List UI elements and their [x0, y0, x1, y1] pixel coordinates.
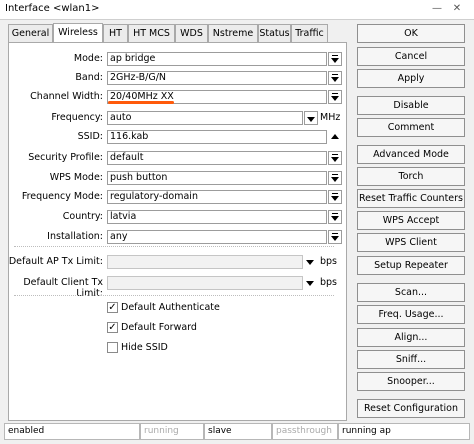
tab-wireless[interactable]: Wireless — [53, 23, 103, 43]
ap-tx-limit-label: Default AP Tx Limit: — [8, 256, 103, 267]
window-titlebar: Interface <wlan1> — ✕ — [0, 0, 474, 20]
default-forward-label: Default Forward — [121, 322, 197, 333]
security-profile-select[interactable]: default — [107, 151, 327, 165]
country-label: Country: — [62, 211, 103, 222]
align-button[interactable]: Align... — [357, 328, 465, 347]
tab-wds[interactable]: WDS — [175, 24, 208, 42]
ssid-input[interactable]: 116.kab — [107, 130, 327, 144]
disable-button[interactable]: Disable — [357, 96, 465, 115]
installation-label: Installation: — [47, 231, 103, 242]
channel-width-label: Channel Width: — [30, 91, 103, 102]
status-enabled: enabled — [4, 423, 140, 440]
reset-traffic-counters-button[interactable]: Reset Traffic Counters — [357, 189, 465, 208]
close-icon[interactable]: ✕ — [450, 3, 464, 15]
status-running: running — [140, 423, 204, 440]
comment-button[interactable]: Comment — [357, 118, 465, 137]
wps-client-button[interactable]: WPS Client — [357, 233, 465, 252]
reset-configuration-button[interactable]: Reset Configuration — [357, 399, 465, 418]
tab-nstreme[interactable]: Nstreme — [208, 24, 258, 42]
security-profile-dropdown-icon[interactable] — [328, 151, 342, 165]
ssid-collapse-icon[interactable] — [331, 134, 339, 139]
cancel-button[interactable]: Cancel — [357, 47, 465, 66]
window-title: Interface <wlan1> — [5, 3, 100, 14]
client-tx-limit-dropdown-icon[interactable] — [306, 281, 314, 286]
mode-select[interactable]: ap bridge — [107, 52, 327, 66]
frequency-mode-select[interactable]: regulatory-domain — [107, 190, 327, 204]
mode-label: Mode: — [73, 53, 103, 64]
ap-tx-limit-dropdown-icon[interactable] — [306, 260, 314, 265]
status-passthrough: passthrough — [272, 423, 338, 440]
frequency-unit: MHz — [320, 112, 341, 123]
country-dropdown-icon[interactable] — [328, 210, 342, 224]
wps-mode-select[interactable]: push button — [107, 171, 327, 185]
ok-button[interactable]: OK — [357, 24, 465, 43]
sniff-button[interactable]: Sniff... — [357, 350, 465, 369]
tab-general[interactable]: General — [8, 24, 53, 42]
advanced-mode-button[interactable]: Advanced Mode — [357, 145, 465, 164]
ap-tx-limit-input[interactable] — [107, 255, 303, 269]
ap-tx-limit-unit: bps — [320, 256, 338, 267]
section-divider — [14, 246, 334, 247]
installation-dropdown-icon[interactable] — [328, 230, 342, 244]
wps-mode-label: WPS Mode: — [49, 172, 103, 183]
setup-repeater-button[interactable]: Setup Repeater — [357, 256, 465, 275]
security-profile-label: Security Profile: — [28, 152, 103, 163]
frequency-mode-label: Frequency Mode: — [21, 191, 103, 202]
tab-status[interactable]: Status — [258, 24, 291, 42]
default-authenticate-label: Default Authenticate — [121, 302, 220, 313]
minimize-icon[interactable]: — — [430, 3, 444, 15]
client-tx-limit-input[interactable] — [107, 276, 303, 290]
section-divider — [14, 295, 334, 296]
tab-traffic[interactable]: Traffic — [291, 24, 328, 42]
ssid-label: SSID: — [77, 131, 103, 142]
frequency-label: Frequency: — [51, 112, 103, 123]
country-select[interactable]: latvia — [107, 210, 327, 224]
client-tx-limit-unit: bps — [320, 277, 338, 288]
snooper-button[interactable]: Snooper... — [357, 372, 465, 391]
channel-width-dropdown-icon[interactable] — [328, 90, 342, 104]
apply-button[interactable]: Apply — [357, 69, 465, 88]
scan-button[interactable]: Scan... — [357, 283, 465, 302]
status-slave: slave — [204, 423, 272, 440]
tab-ht-mcs[interactable]: HT MCS — [128, 24, 175, 42]
installation-select[interactable]: any — [107, 230, 327, 244]
frequency-select[interactable]: auto — [107, 111, 303, 125]
freq-usage-button[interactable]: Freq. Usage... — [357, 305, 465, 324]
hide-ssid-label: Hide SSID — [121, 342, 168, 353]
wps-mode-dropdown-icon[interactable] — [328, 171, 342, 185]
frequency-mode-dropdown-icon[interactable] — [328, 190, 342, 204]
mode-dropdown-icon[interactable] — [328, 52, 342, 66]
status-running-mode: running ap — [338, 423, 470, 440]
tab-ht[interactable]: HT — [103, 24, 128, 42]
torch-button[interactable]: Torch — [357, 167, 465, 186]
highlight-underline — [108, 101, 174, 104]
wps-accept-button[interactable]: WPS Accept — [357, 211, 465, 230]
hide-ssid-checkbox[interactable] — [107, 342, 118, 353]
frequency-dropdown-icon[interactable] — [304, 111, 318, 125]
band-label: Band: — [75, 72, 103, 83]
default-authenticate-checkbox[interactable]: ✓ — [107, 302, 118, 313]
band-dropdown-icon[interactable] — [328, 71, 342, 85]
default-forward-checkbox[interactable]: ✓ — [107, 322, 118, 333]
band-select[interactable]: 2GHz-B/G/N — [107, 71, 327, 85]
